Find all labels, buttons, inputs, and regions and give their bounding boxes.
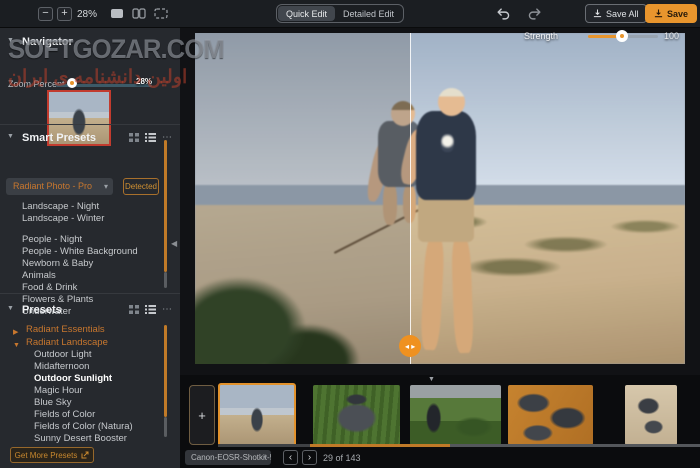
preset-item[interactable]: Outdoor Light [0, 349, 160, 361]
chevron-down-icon: ▾ [103, 182, 108, 191]
preset-item[interactable]: Blue Sky [0, 397, 160, 409]
zoom-percent-value: 28% [136, 77, 153, 86]
smart-preset-item[interactable]: People - White Background [0, 246, 160, 258]
preset-group-label: Radiant Landscape [26, 337, 108, 348]
chevron-down-icon: ▾ [263, 454, 267, 461]
photo-preview[interactable]: ◂ ▸ [195, 33, 685, 364]
preset-item[interactable]: Fields of Color [0, 409, 160, 421]
top-toolbar: − + 28% Quick Edit Detailed Edit Save Al… [0, 0, 700, 28]
smart-presets-scrollbar-track[interactable] [164, 272, 167, 288]
strength-slider-knob[interactable] [616, 30, 628, 42]
filmstrip-thumbnail[interactable] [508, 385, 593, 445]
filmstrip-thumbnail[interactable] [625, 385, 677, 445]
grid-view-icon[interactable] [129, 133, 139, 142]
smart-preset-dropdown-value: Radiant Photo - Pro [13, 181, 93, 191]
grid-view-icon[interactable] [129, 305, 139, 314]
save-all-button[interactable]: Save All [585, 4, 647, 23]
man-figure [418, 193, 475, 242]
smart-presets-collapse-icon[interactable]: ▼ [7, 133, 14, 140]
smart-presets-title: Smart Presets [22, 132, 96, 144]
download-icon [593, 9, 602, 18]
preset-item[interactable]: Magic Hour [0, 385, 160, 397]
sidebar-collapse-icon[interactable]: ◀ [171, 239, 177, 248]
man-figure [438, 87, 466, 116]
zoom-percent-slider-knob[interactable] [67, 78, 77, 88]
save-button[interactable]: Save [645, 4, 698, 23]
smart-preset-item[interactable]: Newborn & Baby [0, 258, 160, 270]
smart-presets-scrollbar[interactable] [164, 140, 167, 272]
tshirt-logo [441, 134, 455, 152]
external-link-icon [81, 451, 89, 459]
list-view-icon[interactable] [145, 305, 156, 314]
navigator-title: Navigator [22, 36, 73, 48]
strength-control: Strength 100 [524, 29, 684, 43]
bottom-bar: Canon-EOSR-Shotkit-5... ▾ ‹ › 29 of 143 [180, 448, 700, 468]
tab-quick-edit[interactable]: Quick Edit [278, 6, 336, 21]
add-photos-button[interactable]: + [189, 385, 215, 445]
download-icon [654, 9, 663, 18]
save-label: Save [667, 8, 689, 19]
preset-item[interactable]: Outdoor Sunlight [0, 373, 160, 385]
folder-dropdown-value: Canon-EOSR-Shotkit-5... [191, 453, 271, 462]
preset-group[interactable]: ▶ Radiant Essentials [0, 323, 160, 336]
tab-detailed-edit[interactable]: Detailed Edit [335, 6, 402, 21]
preset-item[interactable]: Midafternoon [0, 361, 160, 373]
zoom-level-value: 28% [77, 9, 98, 20]
presets-collapse-icon[interactable]: ▼ [7, 305, 14, 312]
split-view-icon[interactable] [132, 8, 146, 19]
smart-preset-item[interactable]: Landscape - Winter [0, 213, 160, 225]
filmstrip-thumbnail[interactable] [313, 385, 400, 445]
child-figure [383, 181, 397, 225]
next-photo-button[interactable]: › [302, 450, 317, 465]
smart-preset-dropdown[interactable]: Radiant Photo - Pro ▾ [6, 178, 113, 195]
preset-group-label: Radiant Essentials [26, 324, 105, 335]
detected-button[interactable]: Detected [123, 178, 159, 195]
navigator-collapse-icon[interactable]: ▼ [7, 37, 14, 44]
filmstrip-collapse-icon[interactable]: ▼ [428, 376, 435, 383]
presets-scrollbar-track[interactable] [164, 417, 167, 437]
photo-counter: 29 of 143 [323, 453, 361, 463]
preset-item[interactable]: Sunny Desert Booster [0, 433, 160, 445]
preset-item[interactable]: Fields of Color (Natura) [0, 421, 160, 433]
presets-list: ▶ Radiant Essentials ▼ Radiant Landscape Out… [0, 323, 160, 445]
edit-mode-switch: Quick Edit Detailed Edit [276, 4, 405, 23]
compare-handle[interactable]: ◂ ▸ [399, 335, 422, 357]
zoom-in-button[interactable]: + [57, 7, 72, 21]
smart-presets-list: Landscape - Night Landscape - Winter Peopl… [0, 201, 160, 318]
filmstrip-thumbnail-selected[interactable] [218, 383, 296, 447]
compare-view-icon[interactable] [154, 8, 168, 19]
app-window: − + 28% Quick Edit Detailed Edit Save Al… [0, 0, 700, 468]
compare-split-line[interactable] [410, 33, 412, 364]
presets-title: Presets [22, 304, 62, 316]
smart-preset-item[interactable]: Animals [0, 270, 160, 282]
presets-scrollbar[interactable] [164, 325, 167, 417]
smart-preset-item[interactable]: People - Night [0, 234, 160, 246]
folder-dropdown[interactable]: Canon-EOSR-Shotkit-5... ▾ [185, 450, 271, 465]
strength-label: Strength [524, 31, 559, 41]
get-more-presets-label: Get More Presets [14, 450, 78, 460]
strength-value: 100 [664, 31, 680, 41]
single-view-icon[interactable] [110, 8, 124, 19]
main-canvas: ◂ ▸ Strength 100 [180, 28, 700, 375]
undo-icon[interactable] [496, 7, 511, 21]
zoom-out-button[interactable]: − [38, 7, 53, 21]
foreground-foliage-layer [195, 218, 377, 364]
filmstrip-scrollbar-thumb[interactable] [310, 444, 450, 447]
filmstrip-thumbnail[interactable] [410, 385, 501, 445]
smart-preset-item[interactable]: Landscape - Night [0, 201, 160, 213]
list-view-icon[interactable] [145, 133, 156, 142]
man-figure [415, 110, 477, 201]
get-more-presets-button[interactable]: Get More Presets [10, 447, 94, 463]
save-all-label: Save All [606, 8, 639, 19]
left-sidebar: ▼ Navigator Zoom Percent 28% ▼ Smart Pre… [0, 28, 180, 468]
filmstrip-scrollbar-rest[interactable] [450, 444, 700, 447]
filmstrip: ▼ + [180, 375, 700, 448]
previous-photo-button[interactable]: ‹ [283, 450, 298, 465]
redo-icon[interactable] [527, 7, 542, 21]
presets-menu-icon[interactable]: ⋯ [162, 305, 172, 315]
preset-group[interactable]: ▼ Radiant Landscape [0, 336, 160, 349]
